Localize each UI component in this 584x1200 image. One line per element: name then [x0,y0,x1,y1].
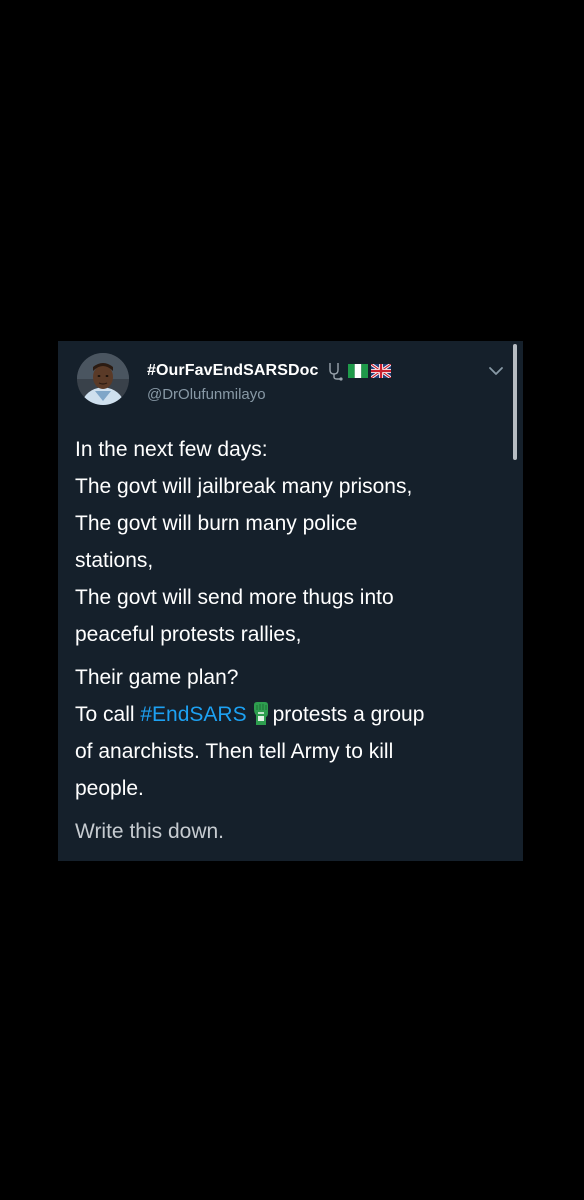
tweet-line: Write this down. [75,820,224,843]
profile-photo [77,353,129,405]
tweet-text: In the next few days: The govt will jail… [75,431,513,850]
chevron-down-icon[interactable] [486,363,506,379]
nigeria-flag-icon [347,364,368,378]
tweet-line: The govt will send more thugs into [75,586,394,609]
user-handle[interactable]: @DrOlufunmilayo [147,386,266,403]
tweet-line: In the next few days: [75,438,268,461]
tweet-line: Their game plan? [75,666,239,689]
display-name-row: #OurFavEndSARSDoc [147,361,391,381]
tweet-line-with-hashtag: To call #EndSARS protests a group [75,696,513,733]
tweet-line: people. [75,777,144,800]
scrollbar-thumb[interactable] [513,344,517,460]
tweet-line: peaceful protests rallies, [75,623,302,646]
tweet-line: The govt will jailbreak many prisons, [75,475,413,498]
line-prefix: To call [75,703,135,726]
tweet-line: stations, [75,549,154,572]
screenshot-page: #OurFavEndSARSDoc @DrOlufunmilayo In the… [0,0,584,1200]
stethoscope-icon [328,363,343,381]
display-name[interactable]: #OurFavEndSARSDoc [147,362,319,380]
tweet-paragraph-2: Their game plan? To call #EndSARS protes… [75,659,513,807]
tweet-paragraph-1: In the next few days: The govt will jail… [75,431,513,653]
line-suffix: protests a group [272,703,425,726]
hashtag-link[interactable]: #EndSARS [140,703,246,726]
tweet-card[interactable]: #OurFavEndSARSDoc @DrOlufunmilayo In the… [58,341,523,861]
avatar[interactable] [77,353,129,405]
tweet-line: of anarchists. Then tell Army to kill [75,740,394,763]
name-emoji-group [325,361,391,381]
raised-fist-icon [253,702,268,725]
uk-flag-icon [370,364,391,378]
tweet-paragraph-3: Write this down. [75,813,513,850]
tweet-line: The govt will burn many police [75,512,358,535]
